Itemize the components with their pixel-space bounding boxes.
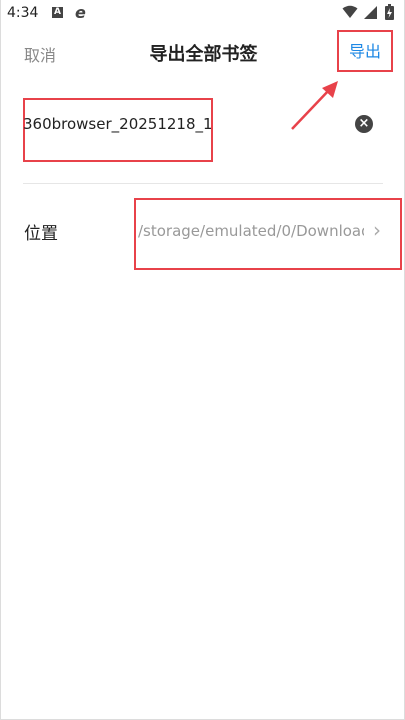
browser-e-icon: e [75, 3, 86, 22]
export-bookmarks-screen: 4:34 A e 取消 导出全部书签 导出 × 位置 /storage/emul… [0, 0, 405, 720]
export-button[interactable]: 导出 [337, 30, 393, 72]
signal-icon [364, 6, 377, 19]
clear-icon[interactable]: × [355, 115, 373, 133]
status-time: 4:34 [7, 5, 39, 21]
battery-icon [385, 4, 394, 20]
chevron-right-icon: › [373, 218, 381, 242]
location-row[interactable]: 位置 /storage/emulated/0/Download › [1, 195, 405, 270]
location-label: 位置 [24, 224, 58, 244]
location-path: /storage/emulated/0/Download [138, 222, 364, 240]
filename-row: × [23, 95, 383, 165]
a-notification-icon: A [52, 7, 63, 18]
header: 取消 导出全部书签 导出 [1, 30, 405, 76]
divider [23, 183, 383, 184]
filename-input[interactable] [23, 115, 211, 133]
status-bar: 4:34 A e [1, 0, 405, 28]
wifi-icon [342, 5, 358, 18]
